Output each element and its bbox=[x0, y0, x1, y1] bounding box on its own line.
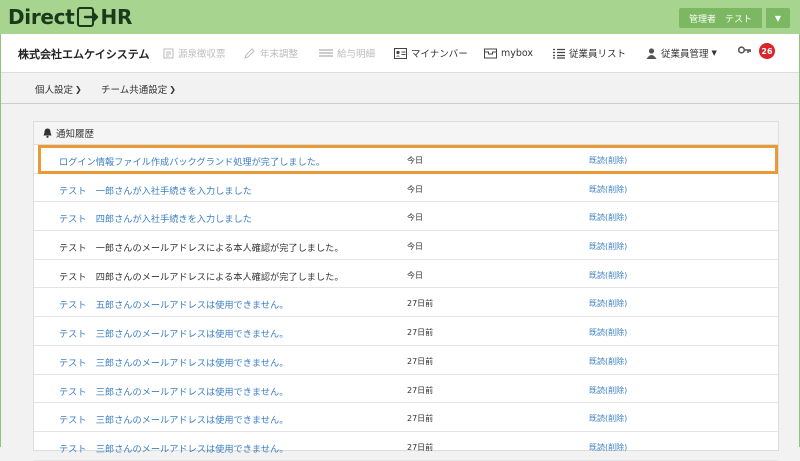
app-logo[interactable]: Direct HR bbox=[8, 4, 132, 30]
notification-message-link[interactable]: テスト 三郎さんのメールアドレスは使用できません。 bbox=[59, 326, 288, 340]
mark-read-link[interactable]: 既読(削除) bbox=[589, 327, 627, 338]
nav-my-number[interactable]: マイナンバー bbox=[394, 46, 468, 60]
notification-row: テスト 四郎さんのメールアドレスによる本人確認が完了しました。 今日 既読(削除… bbox=[34, 260, 778, 289]
notification-row: テスト 三郎さんのメールアドレスは使用できません。 27日前 既読(削除) bbox=[34, 346, 778, 375]
user-icon bbox=[646, 47, 657, 59]
nav-year-end-adjustment[interactable]: 年末調整 bbox=[244, 46, 298, 60]
notification-time: 今日 bbox=[407, 242, 423, 252]
mark-read-link[interactable]: 既読(削除) bbox=[589, 298, 627, 309]
notification-message-link[interactable]: テスト 五郎さんのメールアドレスは使用できません。 bbox=[59, 297, 288, 311]
notification-count-badge: 26 bbox=[759, 43, 775, 59]
nav-mybox[interactable]: mybox bbox=[484, 46, 533, 60]
nav-employee-list[interactable]: 従業員リスト bbox=[553, 46, 626, 60]
mark-read-link[interactable]: 既読(削除) bbox=[589, 155, 627, 166]
notification-message-link[interactable]: テスト 三郎さんのメールアドレスは使用できません。 bbox=[59, 441, 288, 455]
mark-read-link[interactable]: 既読(削除) bbox=[589, 385, 627, 396]
key-icon bbox=[738, 46, 751, 54]
document-icon bbox=[163, 48, 174, 58]
notification-time: 27日前 bbox=[407, 414, 434, 424]
personal-settings-dropdown[interactable]: 個人設定 ❯ bbox=[35, 82, 82, 97]
inbox-icon bbox=[484, 48, 497, 58]
nav-employee-list-label: 従業員リスト bbox=[569, 49, 627, 60]
panel-title: 通知履歴 bbox=[56, 129, 95, 140]
notification-message-link[interactable]: テスト 三郎さんのメールアドレスは使用できません。 bbox=[59, 412, 288, 426]
notification-row: テスト 三郎さんのメールアドレスは使用できません。 27日前 既読(削除) bbox=[34, 432, 778, 461]
nav-withholding-slip[interactable]: 源泉徴収票 bbox=[163, 46, 226, 60]
team-settings-dropdown[interactable]: チーム共通設定 ❯ bbox=[101, 82, 176, 97]
team-settings-label: チーム共通設定 bbox=[101, 85, 168, 96]
notification-message-link[interactable]: テスト 三郎さんのメールアドレスは使用できません。 bbox=[59, 384, 288, 398]
nav-employee-management-label: 従業員管理 bbox=[661, 49, 709, 60]
panel-header: 通知履歴 bbox=[34, 122, 778, 145]
notification-time: 27日前 bbox=[407, 356, 434, 366]
notification-time: 27日前 bbox=[407, 385, 434, 395]
nav-payslip-label: 給与明細 bbox=[337, 49, 376, 60]
notification-row: テスト 一郎さんのメールアドレスによる本人確認が完了しました。 今日 既読(削除… bbox=[34, 231, 778, 260]
notification-row: テスト 一郎さんが入社手続きを入力しました 今日 既読(削除) bbox=[34, 174, 778, 203]
notification-row: テスト 三郎さんのメールアドレスは使用できません。 27日前 既読(削除) bbox=[34, 317, 778, 346]
notifications-button[interactable]: 26 bbox=[738, 43, 775, 59]
notification-time: 今日 bbox=[407, 184, 423, 194]
notification-time: 27日前 bbox=[407, 442, 434, 452]
mark-read-link[interactable]: 既読(削除) bbox=[589, 270, 627, 281]
id-card-icon bbox=[394, 47, 407, 59]
chevron-down-icon: ❯ bbox=[75, 84, 82, 94]
mark-read-link[interactable]: 既読(削除) bbox=[589, 356, 627, 367]
chevron-down-icon: ❯ bbox=[169, 84, 176, 94]
main-navbar: 株式会社エムケイシステム 源泉徴収票 年末調整 給与明細 マイナンバー mybo… bbox=[1, 34, 799, 73]
logo-text-direct: Direct bbox=[8, 5, 75, 29]
company-name: 株式会社エムケイシステム bbox=[18, 48, 150, 61]
notification-history-panel: 通知履歴 ログイン情報ファイル作成バックグランド処理が完了しました。 今日 既読… bbox=[33, 121, 779, 461]
user-menu-caret-icon[interactable]: ▼ bbox=[765, 8, 790, 28]
nav-payslip[interactable]: 給与明細 bbox=[319, 46, 375, 60]
notification-row: テスト 三郎さんのメールアドレスは使用できません。 27日前 既読(削除) bbox=[34, 403, 778, 432]
notification-message: テスト 四郎さんのメールアドレスによる本人確認が完了しました。 bbox=[59, 271, 344, 283]
top-bar: Direct HR 管理者 テスト ▼ bbox=[0, 0, 800, 34]
notification-time: 今日 bbox=[407, 213, 423, 223]
list-icon bbox=[553, 48, 565, 59]
notification-message-link[interactable]: テスト 三郎さんのメールアドレスは使用できません。 bbox=[59, 355, 288, 369]
notification-list: ログイン情報ファイル作成バックグランド処理が完了しました。 今日 既読(削除) … bbox=[34, 145, 778, 461]
notification-message-link[interactable]: テスト 四郎さんが入社手続きを入力しました bbox=[59, 211, 252, 225]
mark-read-link[interactable]: 既読(削除) bbox=[589, 212, 627, 223]
nav-withholding-slip-label: 源泉徴収票 bbox=[178, 49, 226, 60]
logo-mark-icon bbox=[76, 7, 98, 27]
notification-time: 27日前 bbox=[407, 299, 434, 309]
notification-row: テスト 四郎さんが入社手続きを入力しました 今日 既読(削除) bbox=[34, 202, 778, 232]
nav-my-number-label: マイナンバー bbox=[411, 49, 468, 60]
notification-message: テスト 一郎さんのメールアドレスによる本人確認が完了しました。 bbox=[59, 243, 344, 255]
notification-message-link[interactable]: テスト 一郎さんが入社手続きを入力しました bbox=[59, 183, 252, 197]
mark-read-link[interactable]: 既読(削除) bbox=[589, 442, 627, 453]
mark-read-link[interactable]: 既読(削除) bbox=[589, 413, 627, 424]
logo-text-hr: HR bbox=[100, 5, 133, 29]
notification-time: 今日 bbox=[407, 156, 423, 165]
notification-message-link[interactable]: ログイン情報ファイル作成バックグランド処理が完了しました。 bbox=[59, 154, 325, 168]
notification-time: 今日 bbox=[407, 270, 423, 280]
nav-year-end-adjustment-label: 年末調整 bbox=[260, 49, 299, 60]
notification-time: 27日前 bbox=[407, 328, 434, 338]
mark-read-link[interactable]: 既読(削除) bbox=[589, 241, 627, 252]
user-menu-button[interactable]: 管理者 テスト bbox=[678, 8, 762, 28]
bell-icon bbox=[43, 128, 52, 138]
mark-read-link[interactable]: 既読(削除) bbox=[589, 184, 627, 195]
notification-row: テスト 三郎さんのメールアドレスは使用できません。 27日前 既読(削除) bbox=[34, 375, 778, 404]
list-icon bbox=[319, 49, 333, 57]
notification-row: テスト 五郎さんのメールアドレスは使用できません。 27日前 既読(削除) bbox=[34, 288, 778, 318]
nav-employee-management[interactable]: 従業員管理 ▼ bbox=[646, 46, 717, 60]
personal-settings-label: 個人設定 bbox=[35, 85, 74, 96]
chevron-down-icon: ▼ bbox=[711, 49, 717, 57]
pencil-icon bbox=[244, 47, 255, 59]
nav-mybox-label: mybox bbox=[501, 47, 534, 59]
notification-row: ログイン情報ファイル作成バックグランド処理が完了しました。 今日 既読(削除) bbox=[34, 145, 778, 174]
sub-navbar: 個人設定 ❯ チーム共通設定 ❯ bbox=[1, 73, 799, 104]
